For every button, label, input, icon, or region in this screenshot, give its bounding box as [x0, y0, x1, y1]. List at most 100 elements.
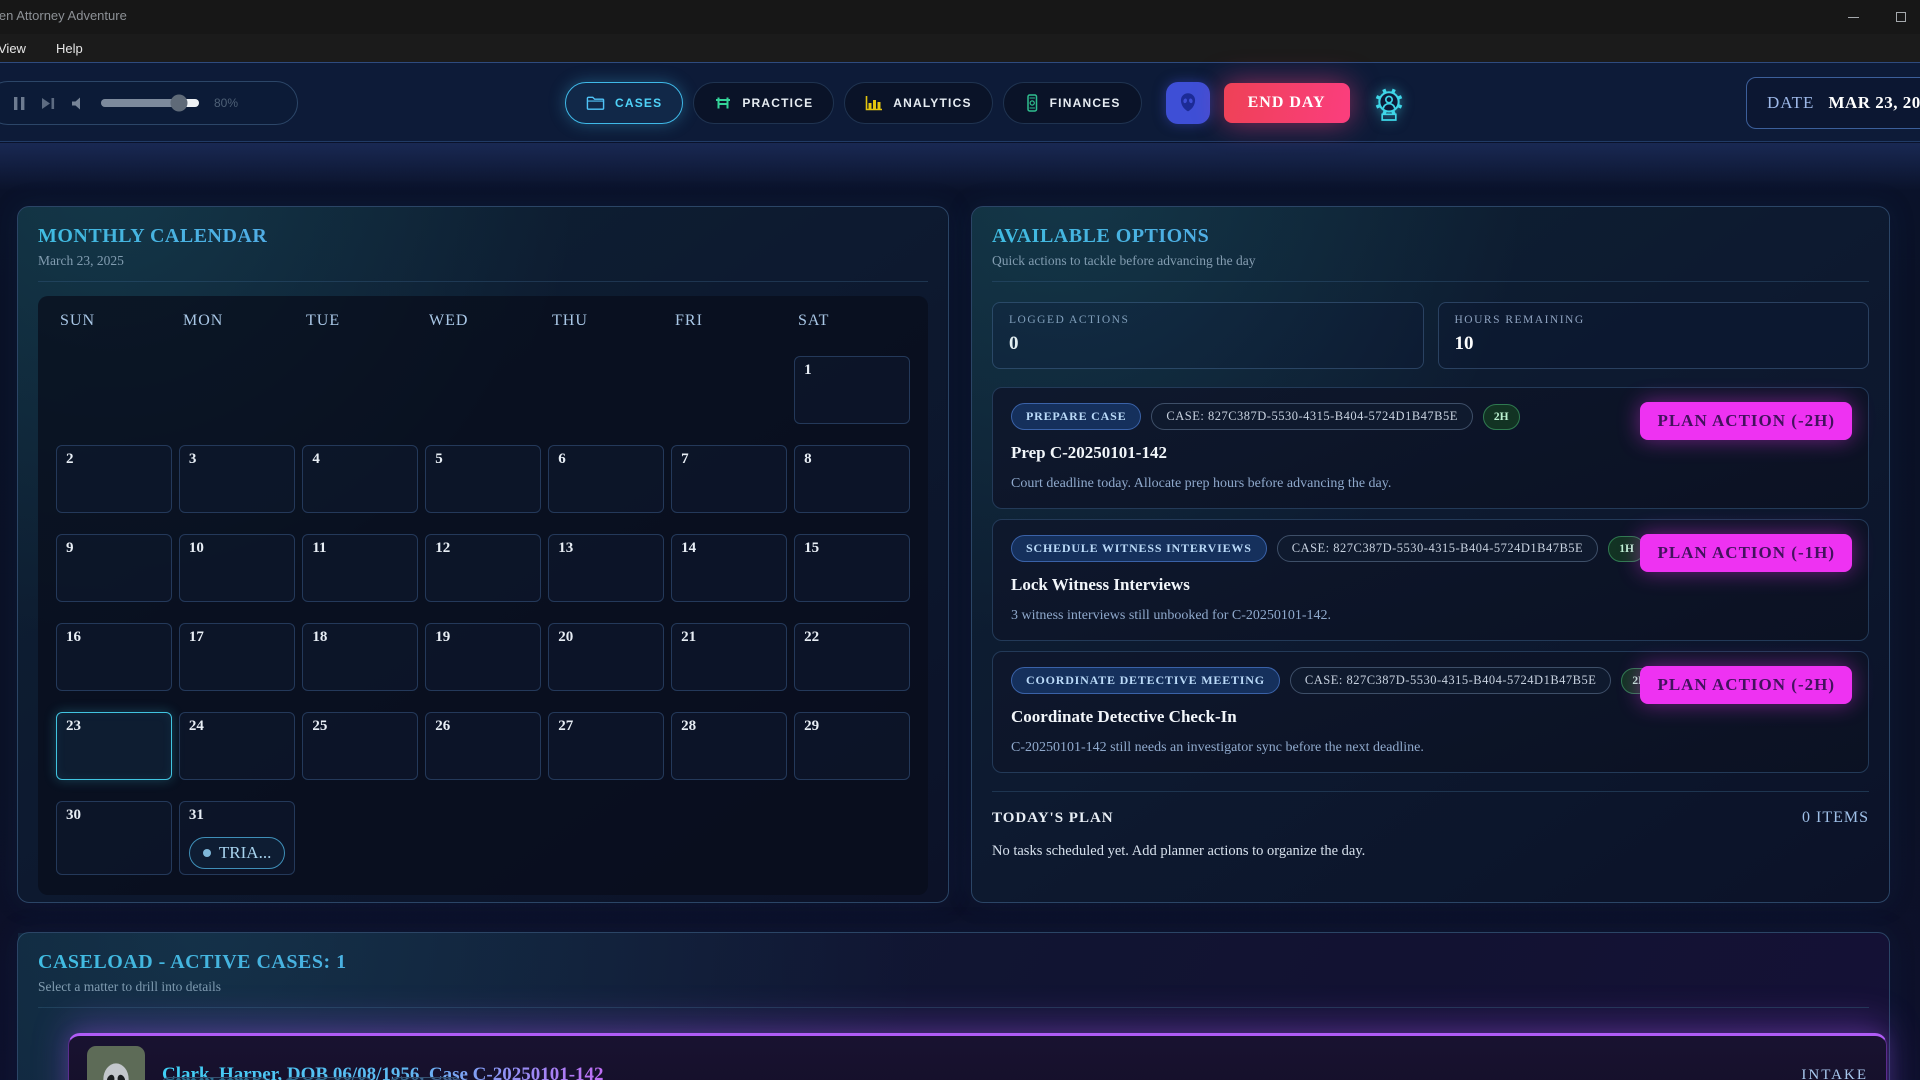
calendar-day-cell-31[interactable]: 31TRIA... — [179, 801, 295, 875]
options-subtitle: Quick actions to tackle before advancing… — [992, 253, 1869, 269]
divider — [38, 1007, 1869, 1008]
stat-label: HOURS REMAINING — [1455, 314, 1853, 326]
calendar-day-cell-8[interactable]: 8 — [794, 445, 910, 513]
calendar-day-header: TUE — [302, 312, 418, 330]
calendar-day-cell-27[interactable]: 27 — [548, 712, 664, 780]
menu-view[interactable]: View — [0, 39, 30, 58]
date-display: DATE MAR 23, 2025 — [1746, 77, 1920, 129]
action-title: Lock Witness Interviews — [1011, 575, 1850, 595]
calendar-day-cell-29[interactable]: 29 — [794, 712, 910, 780]
caseload-panel: CASELOAD - ACTIVE CASES: 1 Select a matt… — [17, 932, 1890, 1080]
calendar-day-cell-21[interactable]: 21 — [671, 623, 787, 691]
action-description: 3 witness interviews still unbooked for … — [1011, 608, 1850, 624]
nav-tab-finances[interactable]: FINANCES — [1003, 82, 1142, 124]
calendar-day-cell-9[interactable]: 9 — [56, 534, 172, 602]
nav-tab-cases[interactable]: CASES — [565, 82, 683, 124]
calendar-day-cell-5[interactable]: 5 — [425, 445, 541, 513]
calendar-day-cell-20[interactable]: 20 — [548, 623, 664, 691]
calendar-day-header: SUN — [56, 312, 172, 330]
case-status-badge: INTAKE — [1801, 1067, 1868, 1080]
menu-bar: View Help — [0, 34, 1920, 62]
case-id-tag: CASE: 827C387D-5530-4315-B404-5724D1B47B… — [1151, 403, 1473, 430]
calendar-day-cell-25[interactable]: 25 — [302, 712, 418, 780]
available-options-panel: AVAILABLE OPTIONS Quick actions to tackl… — [971, 206, 1890, 903]
calendar-day-cell-7[interactable]: 7 — [671, 445, 787, 513]
calendar-day-cell-10[interactable]: 10 — [179, 534, 295, 602]
calendar-day-cell-22[interactable]: 22 — [794, 623, 910, 691]
todays-plan-label: TODAY'S PLAN — [992, 810, 1114, 827]
date-value: MAR 23, 2025 — [1828, 93, 1920, 113]
volume-percent: 80% — [214, 96, 238, 110]
calendar-day-cell-13[interactable]: 13 — [548, 534, 664, 602]
maximize-button[interactable] — [1890, 6, 1912, 28]
action-cards: PREPARE CASE CASE: 827C387D-5530-4315-B4… — [992, 387, 1869, 773]
menu-help[interactable]: Help — [52, 39, 87, 58]
calendar-day-cell-23[interactable]: 23 — [56, 712, 172, 780]
pause-icon — [13, 96, 26, 111]
divider — [38, 281, 928, 282]
calendar-subtitle: March 23, 2025 — [38, 253, 928, 269]
calendar-day-cell-15[interactable]: 15 — [794, 534, 910, 602]
case-id-tag: CASE: 827C387D-5530-4315-B404-5724D1B47B… — [1290, 667, 1612, 694]
calendar-event-pill[interactable]: TRIA... — [189, 837, 285, 869]
calendar-day-cell-4[interactable]: 4 — [302, 445, 418, 513]
event-label: TRIA... — [219, 843, 271, 863]
window-title: ien Attorney Adventure — [0, 8, 127, 23]
plan-action-button[interactable]: PLAN ACTION (-2H) — [1640, 666, 1852, 704]
hours-tag: 2H — [1483, 404, 1520, 430]
calendar-day-cell-3[interactable]: 3 — [179, 445, 295, 513]
alien-avatar-button[interactable] — [1166, 82, 1210, 124]
stat-label: LOGGED ACTIONS — [1009, 314, 1407, 326]
alien-face-icon — [1175, 90, 1201, 116]
volume-slider-thumb[interactable] — [171, 95, 188, 112]
alien-head-icon — [93, 1058, 139, 1080]
volume-button[interactable] — [71, 96, 86, 111]
calendar-day-cell-1[interactable]: 1 — [794, 356, 910, 424]
settings-gear-icon[interactable] — [1372, 84, 1406, 122]
todays-plan-empty-text: No tasks scheduled yet. Add planner acti… — [992, 843, 1869, 860]
stat-value: 0 — [1009, 333, 1407, 355]
nav-tab-label: ANALYTICS — [893, 96, 971, 110]
calendar-day-cell-24[interactable]: 24 — [179, 712, 295, 780]
action-card-3: COORDINATE DETECTIVE MEETING CASE: 827C3… — [992, 651, 1869, 773]
top-toolbar: 80% CASES PRACTICE ANALYTICS FINANCES END D… — [0, 62, 1920, 142]
event-dot-icon — [203, 849, 211, 857]
calendar-day-cell-6[interactable]: 6 — [548, 445, 664, 513]
case-id-tag: CASE: 827C387D-5530-4315-B404-5724D1B47B… — [1277, 535, 1599, 562]
calendar-day-cell-28[interactable]: 28 — [671, 712, 787, 780]
nav-tab-label: FINANCES — [1050, 96, 1121, 110]
calendar-day-cell-16[interactable]: 16 — [56, 623, 172, 691]
volume-slider[interactable] — [101, 99, 199, 107]
calendar-day-cell-18[interactable]: 18 — [302, 623, 418, 691]
calendar-day-cell-26[interactable]: 26 — [425, 712, 541, 780]
plan-action-button[interactable]: PLAN ACTION (-2H) — [1640, 402, 1852, 440]
maximize-icon — [1896, 12, 1906, 22]
calendar-day-cell-30[interactable]: 30 — [56, 801, 172, 875]
plan-action-button[interactable]: PLAN ACTION (-1H) — [1640, 534, 1852, 572]
nav-tab-practice[interactable]: PRACTICE — [693, 82, 834, 124]
client-avatar — [87, 1046, 145, 1080]
nav-tab-analytics[interactable]: ANALYTICS — [844, 82, 992, 124]
calendar-day-cell-11[interactable]: 11 — [302, 534, 418, 602]
minimize-button[interactable] — [1842, 6, 1864, 28]
calendar-day-cell-12[interactable]: 12 — [425, 534, 541, 602]
calendar-day-cell-14[interactable]: 14 — [671, 534, 787, 602]
nav-tab-label: CASES — [615, 96, 662, 110]
calendar-day-cell-19[interactable]: 19 — [425, 623, 541, 691]
next-track-button[interactable] — [41, 97, 56, 110]
calendar-day-cell-17[interactable]: 17 — [179, 623, 295, 691]
media-controls: 80% — [0, 81, 298, 125]
action-type-tag: PREPARE CASE — [1011, 403, 1141, 430]
nav-tab-label: PRACTICE — [742, 96, 813, 110]
options-title: AVAILABLE OPTIONS — [992, 225, 1869, 248]
hours-remaining-stat: HOURS REMAINING 10 — [1438, 302, 1870, 369]
logged-actions-stat: LOGGED ACTIONS 0 — [992, 302, 1424, 369]
end-day-button[interactable]: END DAY — [1224, 83, 1350, 123]
minimize-icon — [1848, 17, 1859, 18]
calendar-day-header: WED — [425, 312, 541, 330]
money-icon — [1024, 94, 1040, 112]
volume-icon — [71, 96, 86, 111]
pause-button[interactable] — [13, 96, 26, 111]
calendar-day-cell-2[interactable]: 2 — [56, 445, 172, 513]
case-row[interactable]: Clark, Harper, DOB 06/08/1956, Case C-20… — [68, 1033, 1887, 1080]
